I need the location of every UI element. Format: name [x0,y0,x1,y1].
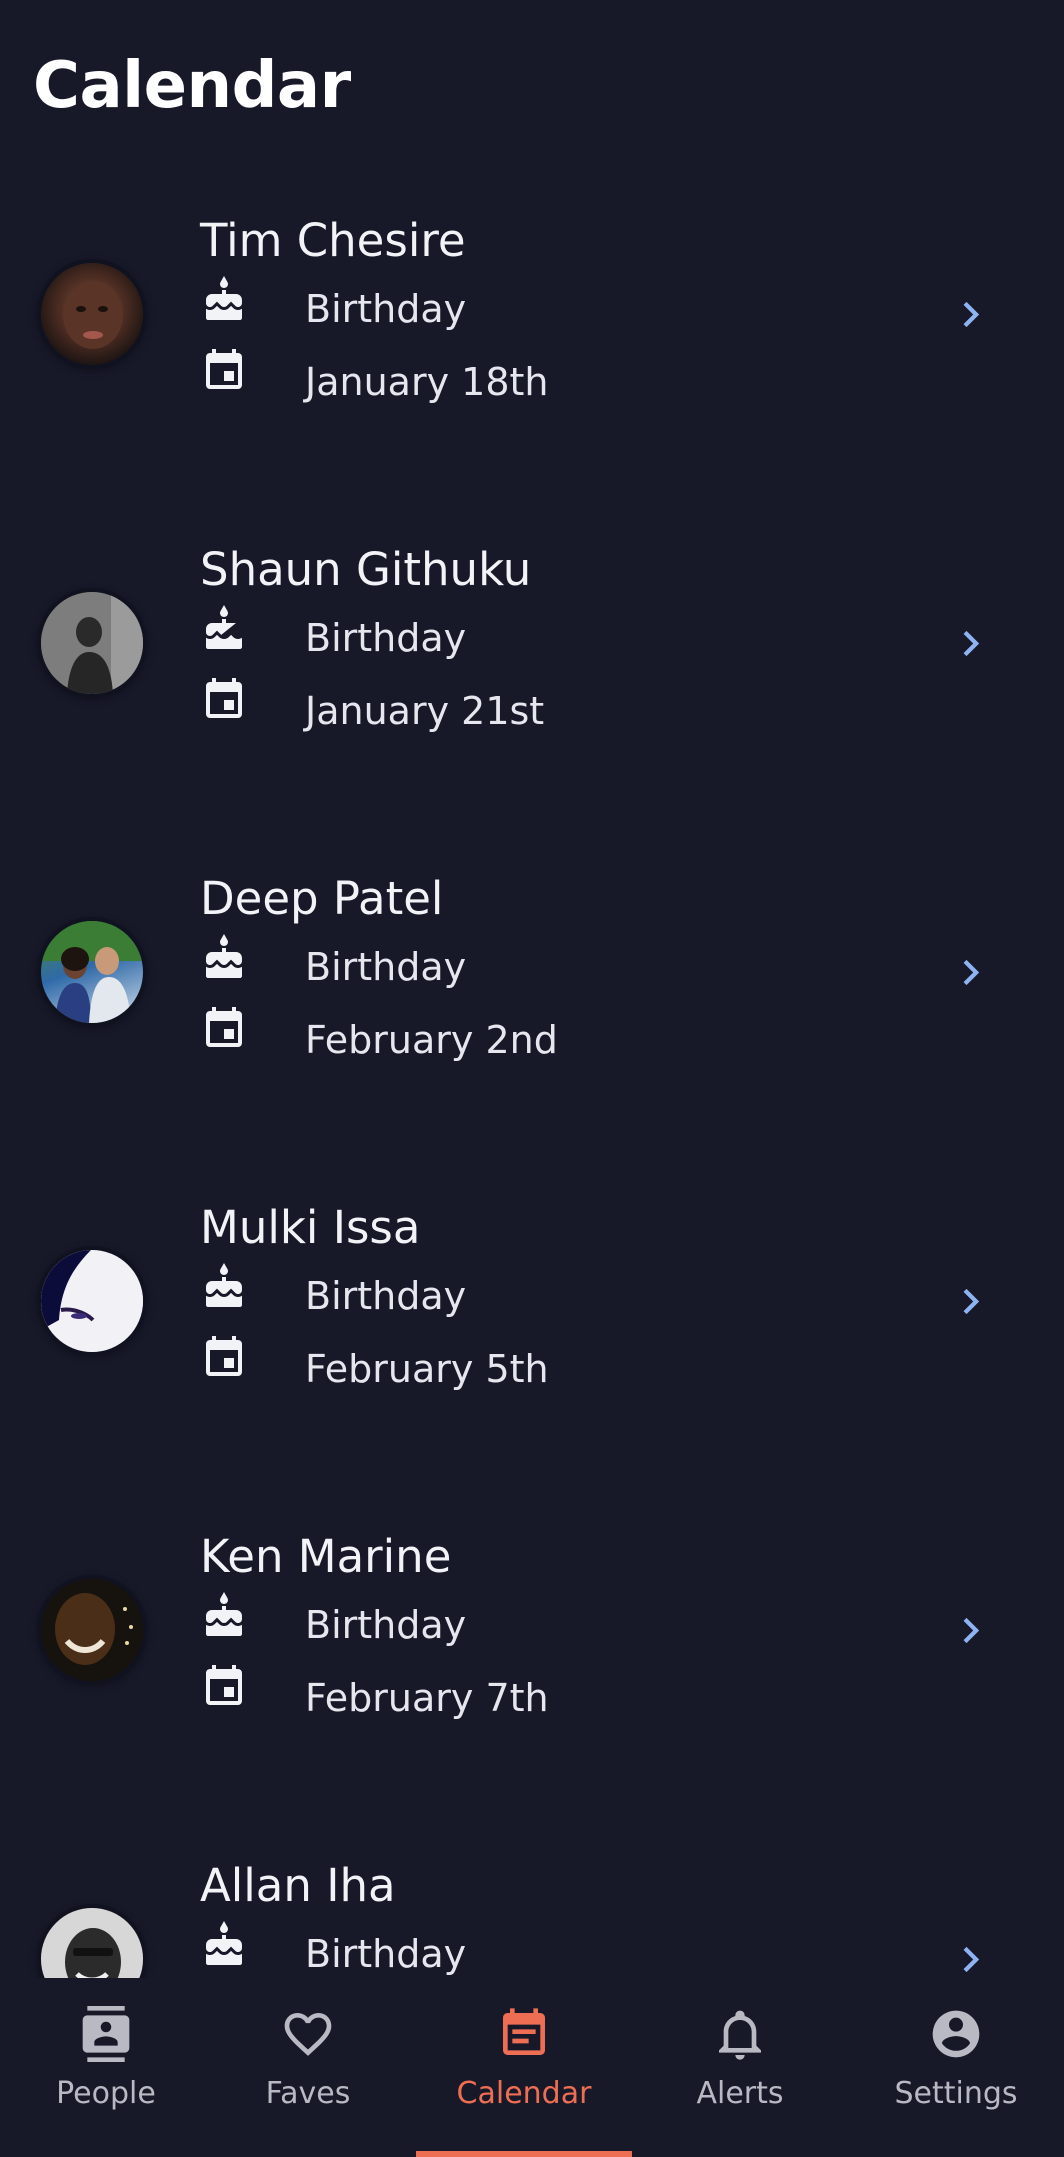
contact-name: Mulki Issa [200,1201,421,1254]
calendar-event-icon [206,349,242,389]
event-row[interactable]: Ken Marine Birthday February 7th [0,1515,1064,1805]
contact-name: Tim Chesire [200,214,466,267]
event-list[interactable]: Calendar Tim Chesire Birthday January 18… [0,0,1064,1978]
calendar-text-icon [503,2008,545,2055]
chevron-right-icon[interactable] [950,1275,994,1329]
calendar-event-icon [206,1336,242,1376]
cake-icon [206,1921,242,1965]
calendar-event-icon [206,1665,242,1705]
heart-icon [284,2013,332,2056]
bottom-nav: People Faves Calendar Alerts Settings [0,1978,1064,2157]
avatar [41,1908,143,1978]
nav-label: Settings [894,2076,1018,2111]
calendar-screen: Calendar Tim Chesire Birthday January 18… [0,0,1064,2157]
nav-label: Calendar [456,2076,592,2111]
event-type: Birthday [305,287,467,331]
nav-item-settings[interactable]: Settings [850,1978,1062,2157]
contact-name: Ken Marine [200,1530,452,1583]
avatar [41,263,143,365]
contact-name: Shaun Githuku [200,543,532,596]
account-circle-icon [932,2010,980,2058]
contact-name: Deep Patel [200,872,444,925]
event-row[interactable]: Allan Iha Birthday [0,1844,1064,1978]
event-type: Birthday [305,1274,467,1318]
nav-item-people[interactable]: People [0,1978,212,2157]
nav-item-faves[interactable]: Faves [202,1978,414,2157]
chevron-right-icon[interactable] [950,288,994,342]
page-title: Calendar [33,49,351,123]
cake-icon [206,605,242,649]
chevron-right-icon[interactable] [950,946,994,1000]
cake-icon [206,934,242,978]
nav-item-alerts[interactable]: Alerts [634,1978,846,2157]
avatar [41,921,143,1023]
event-row[interactable]: Mulki Issa Birthday February 5th [0,1186,1064,1476]
contact-name: Allan Iha [200,1859,396,1912]
event-date: January 21st [305,689,545,733]
cake-icon [206,1263,242,1307]
event-type: Birthday [305,616,467,660]
chevron-right-icon[interactable] [950,617,994,671]
chevron-right-icon[interactable] [950,1604,994,1658]
event-date: January 18th [305,360,549,404]
avatar [41,1579,143,1681]
avatar [41,1250,143,1352]
calendar-event-icon [206,678,242,718]
event-type: Birthday [305,1603,467,1647]
chevron-right-icon[interactable] [950,1933,994,1978]
event-type: Birthday [305,1932,467,1976]
event-row[interactable]: Shaun Githuku Birthday January 21st [0,528,1064,818]
bell-icon [719,2010,761,2060]
event-row[interactable]: Tim Chesire Birthday January 18th [0,199,1064,489]
calendar-event-icon [206,1007,242,1047]
event-type: Birthday [305,945,467,989]
active-tab-indicator [416,2151,632,2157]
avatar [41,592,143,694]
nav-label: People [56,2076,156,2111]
event-date: February 5th [305,1347,549,1391]
event-date: February 2nd [305,1018,558,1062]
event-row[interactable]: Deep Patel Birthday February 2nd [0,857,1064,1147]
cake-icon [206,276,242,320]
cake-icon [206,1592,242,1636]
nav-label: Faves [265,2076,351,2111]
nav-item-calendar[interactable]: Calendar [418,1978,630,2157]
contacts-icon [82,2006,130,2062]
nav-label: Alerts [696,2076,784,2111]
event-date: February 7th [305,1676,549,1720]
